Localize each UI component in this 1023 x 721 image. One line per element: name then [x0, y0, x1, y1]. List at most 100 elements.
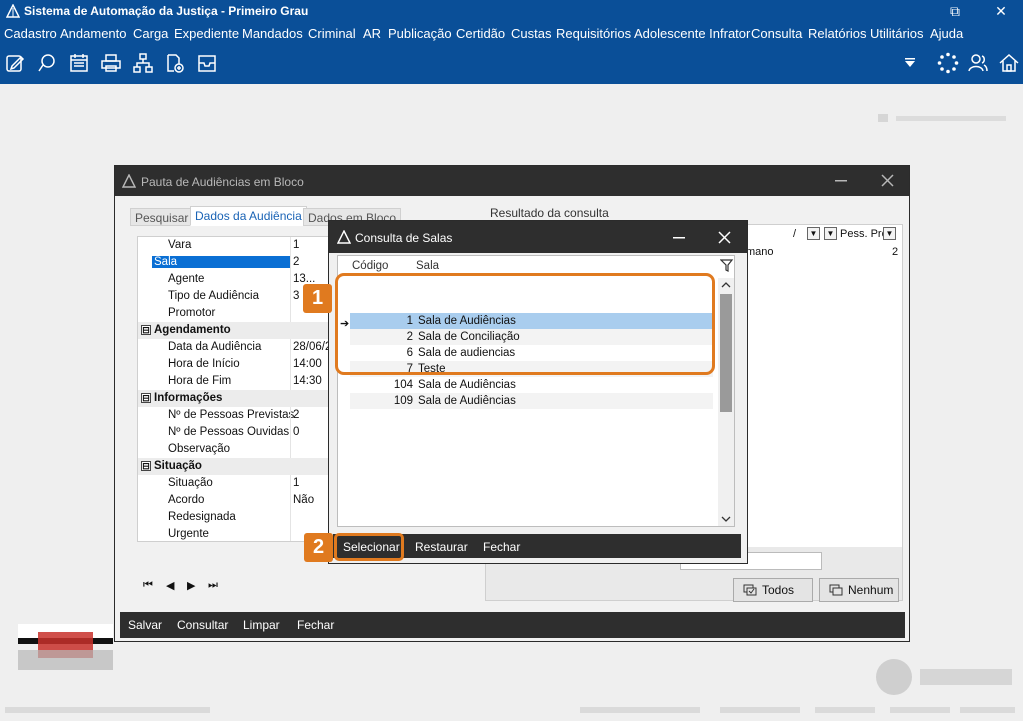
chevron-up-icon[interactable]	[721, 281, 731, 289]
menu-publicacao[interactable]: Publicação	[388, 26, 452, 41]
chevron-down-icon[interactable]: ▼	[807, 227, 820, 240]
loading-spinner-icon[interactable]	[937, 52, 959, 74]
grid-row-value[interactable]: 2	[293, 256, 299, 268]
minimize-icon[interactable]	[673, 237, 685, 239]
grid-row-value[interactable]: 3	[293, 290, 299, 302]
grid-row-value[interactable]: 14:00	[293, 358, 322, 370]
grid-field-row[interactable]: Vara 1	[138, 237, 331, 254]
limpar-button[interactable]: Limpar	[243, 618, 280, 632]
menu-cadastro[interactable]: Cadastro	[4, 26, 57, 41]
menu-ar[interactable]: AR	[363, 26, 381, 41]
calendar-icon[interactable]	[68, 52, 90, 74]
menu-expediente[interactable]: Expediente	[174, 26, 239, 41]
grid-field-row[interactable]: Sala 2	[138, 254, 331, 271]
grid-row-label: Agente	[168, 273, 205, 285]
menu-certidao[interactable]: Certidão	[456, 26, 505, 41]
sala-row[interactable]: 104 Sala de Audiências	[350, 377, 713, 393]
menu-mandados[interactable]: Mandados	[242, 26, 303, 41]
prev-record-button[interactable]: ◀	[166, 579, 174, 592]
restaurar-button[interactable]: Restaurar	[415, 540, 468, 554]
add-document-icon[interactable]	[164, 52, 186, 74]
collapse-icon[interactable]: ⊟	[141, 393, 151, 403]
first-record-button[interactable]: ⏮	[143, 579, 153, 592]
menu-carga[interactable]: Carga	[133, 26, 168, 41]
grid-row-value[interactable]: 2	[293, 409, 299, 421]
menu-relatorios[interactable]: Relatórios	[808, 26, 867, 41]
grid-field-row[interactable]: Redesignada	[138, 509, 331, 526]
collapse-icon[interactable]: ⊟	[141, 461, 151, 471]
grid-section-header[interactable]: ⊟ Informações	[138, 390, 331, 407]
grid-row-value[interactable]: 0	[293, 426, 299, 438]
restore-button[interactable]: ⧉	[933, 0, 977, 22]
grid-row-label: Vara	[168, 239, 192, 251]
grid-row-label: Hora de Fim	[168, 375, 232, 387]
grid-row-value[interactable]: 1	[293, 239, 299, 251]
printer-icon[interactable]	[100, 52, 122, 74]
nenhum-button[interactable]: Nenhum	[819, 578, 899, 602]
vertical-scrollbar[interactable]	[718, 278, 734, 526]
column-divider	[290, 475, 291, 492]
close-app-button[interactable]: ✕	[979, 0, 1023, 22]
grid-field-row[interactable]: Hora de Início 14:00	[138, 356, 331, 373]
fechar-dialog-button[interactable]: Fechar	[483, 540, 520, 554]
filter-icon[interactable]	[720, 259, 734, 273]
fechar-button[interactable]: Fechar	[297, 618, 334, 632]
grid-field-row[interactable]: Nº de Pessoas Ouvidas 0	[138, 424, 331, 441]
grid-field-row[interactable]: Data da Audiência 28/06/2	[138, 339, 331, 356]
grid-field-row[interactable]: Hora de Fim 14:30	[138, 373, 331, 390]
result-pess-prev-cell: 2	[892, 246, 899, 258]
select-none-icon	[829, 584, 843, 596]
search-chat-icon[interactable]	[36, 52, 58, 74]
menu-utilitarios[interactable]: Utilitários	[870, 26, 923, 41]
tab-pesquisar[interactable]: Pesquisar	[130, 208, 194, 226]
last-record-button[interactable]: ⏭	[208, 579, 218, 592]
grid-row-label: Agendamento	[154, 324, 231, 336]
users-icon[interactable]	[967, 52, 989, 74]
todos-button[interactable]: Todos	[733, 578, 813, 602]
grid-field-row[interactable]: Urgente	[138, 526, 331, 541]
menu-requisitorios[interactable]: Requisitórios	[556, 26, 631, 41]
column-divider	[290, 509, 291, 526]
menu-ajuda[interactable]: Ajuda	[930, 26, 963, 41]
consultar-button[interactable]: Consultar	[177, 618, 228, 632]
grid-section-header[interactable]: ⊟ Situação	[138, 458, 331, 475]
tab-dados-audiencia[interactable]: Dados da Audiência	[190, 206, 307, 226]
chevron-down-icon[interactable]	[721, 515, 731, 523]
menu-custas[interactable]: Custas	[511, 26, 551, 41]
scrollbar-thumb[interactable]	[720, 294, 732, 412]
close-icon[interactable]	[718, 231, 731, 244]
grid-field-row[interactable]: Nº de Pessoas Previstas 2	[138, 407, 331, 424]
home-icon[interactable]	[998, 52, 1020, 74]
grid-field-row[interactable]: Situação 1	[138, 475, 331, 492]
menu-criminal[interactable]: Criminal	[308, 26, 356, 41]
grid-row-label: Observação	[168, 443, 231, 455]
dialog-title-bar: Consulta de Salas	[329, 221, 747, 253]
step-2-badge: 2	[304, 533, 333, 562]
collapse-icon[interactable]: ⊟	[141, 325, 151, 335]
properties-grid[interactable]: Vara 1 Sala 2 Agente 13... Tipo de Audiência 3 P…	[137, 236, 332, 542]
salvar-button[interactable]: Salvar	[128, 618, 162, 632]
org-chart-icon[interactable]	[132, 52, 154, 74]
grid-field-row[interactable]: Acordo Não	[138, 492, 331, 509]
dropdown-arrow-icon[interactable]	[903, 56, 917, 70]
inbox-icon[interactable]	[196, 52, 218, 74]
edit-icon[interactable]	[4, 52, 26, 74]
close-icon[interactable]	[881, 174, 894, 187]
menu-consulta[interactable]: Consulta	[751, 26, 802, 41]
menu-andamento[interactable]: Andamento	[60, 26, 127, 41]
grid-row-label: Tipo de Audiência	[168, 290, 260, 302]
chevron-down-icon[interactable]: ▼	[883, 227, 896, 240]
sala-row[interactable]: 109 Sala de Audiências	[350, 393, 713, 409]
grid-row-value[interactable]: Não	[293, 494, 314, 506]
grid-field-row[interactable]: Observação	[138, 441, 331, 458]
app-title-bar: Sistema de Automação da Justiça - Primei…	[0, 0, 1023, 22]
grid-row-value[interactable]: 14:30	[293, 375, 322, 387]
grid-row-label: Redesignada	[168, 511, 236, 523]
menu-adolescente-infrator[interactable]: Adolescente Infrator	[634, 26, 750, 41]
minimize-icon[interactable]	[835, 180, 847, 182]
grid-row-value[interactable]: 1	[293, 477, 299, 489]
next-record-button[interactable]: ▶	[187, 579, 195, 592]
grid-row-value[interactable]: 28/06/2	[293, 341, 331, 353]
selecionar-highlight-box	[334, 533, 404, 561]
grid-section-header[interactable]: ⊟ Agendamento	[138, 322, 331, 339]
